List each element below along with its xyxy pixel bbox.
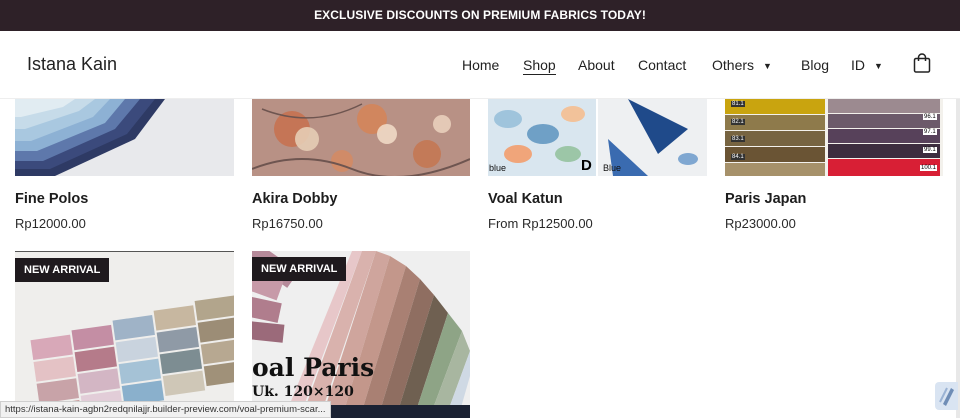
nav-home[interactable]: Home [462, 57, 499, 73]
printed-fabric-image [488, 99, 707, 176]
chevron-down-icon[interactable]: ▼ [763, 61, 772, 71]
new-arrival-badge: NEW ARRIVAL [252, 257, 347, 281]
pencil-icon [939, 387, 954, 406]
product-price: Rp16750.00 [252, 216, 323, 231]
promo-banner: EXCLUSIVE DISCOUNTS ON PREMIUM FABRICS T… [0, 0, 960, 31]
image-label: 83.1 [731, 136, 745, 142]
image-label: blue [489, 163, 507, 173]
image-label: 82.1 [731, 119, 745, 125]
scrollbar[interactable] [956, 99, 960, 418]
product-image-voal-katun[interactable]: blue D Blue [488, 99, 707, 176]
fabric-stack-image [15, 99, 234, 176]
product-price: Rp12000.00 [15, 216, 86, 231]
product-image-fine-polos[interactable] [15, 99, 234, 176]
fabric-swatches-image [725, 99, 943, 176]
image-label: 97.1 [923, 129, 937, 135]
image-label: Blue [603, 163, 622, 173]
floating-action-button[interactable] [935, 382, 958, 410]
nav-about[interactable]: About [578, 57, 615, 73]
nav-shop[interactable]: Shop [523, 57, 556, 75]
image-label: 84.1 [731, 154, 745, 160]
product-image-new-arrival-1[interactable]: NEW ARRIVAL [15, 251, 234, 418]
image-label: 81.1 [731, 101, 745, 107]
product-name[interactable]: Paris Japan [725, 191, 806, 207]
image-label: 96.1 [923, 114, 937, 120]
status-bar-url: https://istana-kain-agbn2redqnilajjr.bui… [0, 401, 331, 418]
image-label: 100.1 [920, 165, 938, 171]
brand-logo[interactable]: Istana Kain [27, 54, 117, 75]
shopping-bag-icon[interactable] [913, 53, 931, 73]
image-label: 99.1 [923, 147, 937, 153]
product-image-akira-dobby[interactable] [252, 99, 470, 176]
nav-blog[interactable]: Blog [801, 57, 829, 73]
product-price: From Rp12500.00 [488, 216, 593, 231]
chevron-down-icon[interactable]: ▼ [874, 61, 883, 71]
product-price: Rp23000.00 [725, 216, 796, 231]
image-label: D [581, 157, 592, 174]
product-name[interactable]: Fine Polos [15, 191, 88, 207]
site-header: Istana Kain Home Shop About Contact Othe… [0, 31, 960, 99]
nav-contact[interactable]: Contact [638, 57, 686, 73]
nav-others[interactable]: Others [712, 57, 754, 73]
nav-language[interactable]: ID [851, 57, 865, 73]
image-text: oal Paris [252, 353, 375, 382]
product-image-new-arrival-2[interactable]: oal Paris Uk. 120×120 NEW ARRIVAL [252, 251, 470, 418]
product-name[interactable]: Akira Dobby [252, 191, 337, 207]
new-arrival-badge: NEW ARRIVAL [15, 258, 110, 282]
product-image-paris-japan[interactable]: 81.1 82.1 83.1 84.1 96.1 97.1 99.1 100.1 [725, 99, 943, 176]
product-name[interactable]: Voal Katun [488, 191, 563, 207]
floral-fabric-image [252, 99, 470, 176]
image-subtext: Uk. 120×120 [252, 384, 354, 400]
